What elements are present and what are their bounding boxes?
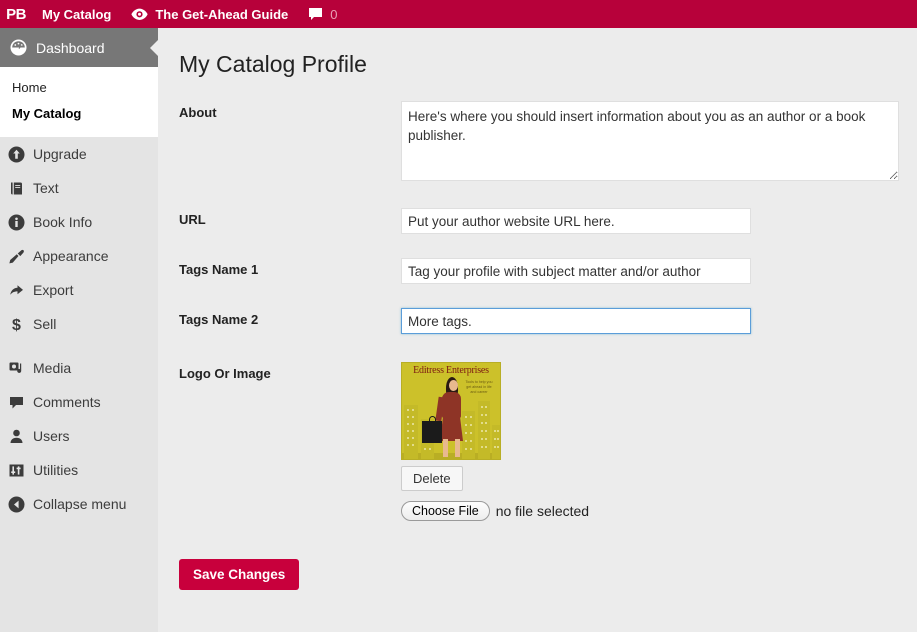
field-url bbox=[401, 208, 917, 234]
sliders-icon bbox=[0, 462, 33, 479]
admin-bar: PB My Catalog The Get-Ahead Guide 0 bbox=[0, 0, 917, 28]
label-logo-or-image: Logo Or Image bbox=[179, 362, 401, 381]
sidebar-item-export-label: Export bbox=[33, 282, 73, 298]
adminbar-item-comments[interactable]: 0 bbox=[298, 0, 347, 28]
media-icon bbox=[0, 360, 33, 377]
sidebar-item-sell-label: Sell bbox=[33, 316, 56, 332]
sidebar-gutter bbox=[158, 28, 170, 632]
sidebar-dashboard-label: Dashboard bbox=[36, 40, 105, 56]
user-icon bbox=[0, 428, 33, 445]
sidebar-item-book-info-label: Book Info bbox=[33, 214, 92, 230]
sidebar-item-export[interactable]: Export bbox=[0, 273, 158, 307]
svg-text:$: $ bbox=[12, 317, 21, 333]
sidebar-item-collapse-menu-label: Collapse menu bbox=[33, 496, 126, 512]
form-row-logo: Logo Or Image bbox=[179, 362, 917, 521]
sidebar-item-comments[interactable]: Comments bbox=[0, 385, 158, 419]
field-logo-or-image: Editress Enterprises Tools to help you g… bbox=[401, 362, 917, 521]
label-tags-1: Tags Name 1 bbox=[179, 258, 401, 277]
form-row-tags-2: Tags Name 2 bbox=[179, 308, 917, 334]
sidebar-item-upgrade-label: Upgrade bbox=[33, 146, 87, 162]
sidebar-item-sell[interactable]: $ Sell bbox=[0, 307, 158, 341]
cover-building bbox=[478, 401, 490, 459]
label-url: URL bbox=[179, 208, 401, 227]
adminbar-item-my-catalog[interactable]: My Catalog bbox=[32, 0, 121, 28]
cover-figure-face bbox=[449, 380, 458, 391]
cover-figure-leg bbox=[443, 439, 448, 457]
sidebar-item-users[interactable]: Users bbox=[0, 419, 158, 453]
form-row-url: URL bbox=[179, 208, 917, 234]
sidebar-item-users-label: Users bbox=[33, 428, 70, 444]
book-cover-thumbnail: Editress Enterprises Tools to help you g… bbox=[401, 362, 501, 460]
pressbooks-logo[interactable]: PB bbox=[0, 0, 32, 28]
cover-building bbox=[404, 405, 418, 459]
cover-title: Editress Enterprises bbox=[402, 365, 500, 376]
sidebar-subitem-home[interactable]: Home bbox=[0, 75, 158, 101]
sidebar-item-book-info[interactable]: Book Info bbox=[0, 205, 158, 239]
export-arrow-icon bbox=[0, 282, 33, 299]
form-row-about: About bbox=[179, 101, 917, 186]
delete-image-button[interactable]: Delete bbox=[401, 466, 463, 491]
choose-file-button[interactable]: Choose File bbox=[401, 501, 490, 521]
brush-icon bbox=[0, 248, 33, 265]
cover-figure-skirt bbox=[440, 415, 463, 441]
collapse-arrow-icon bbox=[0, 496, 33, 513]
sidebar-subitem-home-label: Home bbox=[12, 80, 47, 95]
sidebar-item-dashboard[interactable]: Dashboard bbox=[0, 28, 158, 67]
save-changes-button[interactable]: Save Changes bbox=[179, 559, 299, 590]
sidebar-item-utilities[interactable]: Utilities bbox=[0, 453, 158, 487]
file-status-text: no file selected bbox=[496, 503, 589, 519]
url-input[interactable] bbox=[401, 208, 751, 234]
field-tags-2 bbox=[401, 308, 917, 334]
comment-bubble-icon bbox=[308, 7, 323, 21]
comment-count: 0 bbox=[330, 7, 337, 22]
eye-icon bbox=[131, 8, 148, 21]
book-icon bbox=[0, 180, 33, 197]
sidebar-divider bbox=[0, 341, 158, 351]
sidebar-item-media-label: Media bbox=[33, 360, 71, 376]
admin-sidebar: Dashboard Home My Catalog Upgrade Text bbox=[0, 28, 158, 632]
sidebar-item-media[interactable]: Media bbox=[0, 351, 158, 385]
sidebar-item-upgrade[interactable]: Upgrade bbox=[0, 137, 158, 171]
cover-figure-leg bbox=[455, 439, 460, 457]
sidebar-submenu-dashboard: Home My Catalog bbox=[0, 67, 158, 137]
profile-form: About URL Tags Name 1 Tags Name 2 bbox=[179, 101, 917, 590]
sidebar-active-notch bbox=[150, 40, 158, 56]
sidebar-subitem-my-catalog[interactable]: My Catalog bbox=[0, 101, 158, 127]
adminbar-guide-label: The Get-Ahead Guide bbox=[155, 7, 288, 22]
tags-2-input[interactable] bbox=[401, 308, 751, 334]
sidebar-item-collapse-menu[interactable]: Collapse menu bbox=[0, 487, 158, 521]
label-tags-2: Tags Name 2 bbox=[179, 308, 401, 327]
form-row-tags-1: Tags Name 1 bbox=[179, 258, 917, 284]
about-textarea[interactable] bbox=[401, 101, 899, 181]
sidebar-item-text-label: Text bbox=[33, 180, 59, 196]
cover-building bbox=[462, 411, 475, 459]
field-about bbox=[401, 101, 917, 186]
upgrade-icon bbox=[0, 146, 33, 163]
cover-briefcase bbox=[422, 421, 442, 443]
dashboard-icon bbox=[0, 39, 36, 56]
adminbar-my-catalog-label: My Catalog bbox=[42, 7, 111, 22]
main-content: My Catalog Profile About URL Tags Name 1… bbox=[170, 28, 917, 632]
info-icon bbox=[0, 214, 33, 231]
page-title: My Catalog Profile bbox=[179, 49, 917, 79]
cover-figure-body bbox=[442, 392, 461, 418]
file-upload-row: Choose File no file selected bbox=[401, 501, 917, 521]
cover-blurb: Tools to help you get ahead in life and … bbox=[463, 380, 495, 395]
tags-1-input[interactable] bbox=[401, 258, 751, 284]
sidebar-item-text[interactable]: Text bbox=[0, 171, 158, 205]
adminbar-item-get-ahead-guide[interactable]: The Get-Ahead Guide bbox=[121, 0, 298, 28]
sidebar-item-appearance-label: Appearance bbox=[33, 248, 109, 264]
comment-bubble-icon bbox=[0, 394, 33, 411]
sidebar-item-appearance[interactable]: Appearance bbox=[0, 239, 158, 273]
dollar-icon: $ bbox=[0, 316, 33, 333]
sidebar-item-comments-label: Comments bbox=[33, 394, 101, 410]
sidebar-item-utilities-label: Utilities bbox=[33, 462, 78, 478]
label-about: About bbox=[179, 101, 401, 120]
field-tags-1 bbox=[401, 258, 917, 284]
sidebar-subitem-my-catalog-label: My Catalog bbox=[12, 106, 81, 121]
cover-building bbox=[492, 425, 501, 459]
